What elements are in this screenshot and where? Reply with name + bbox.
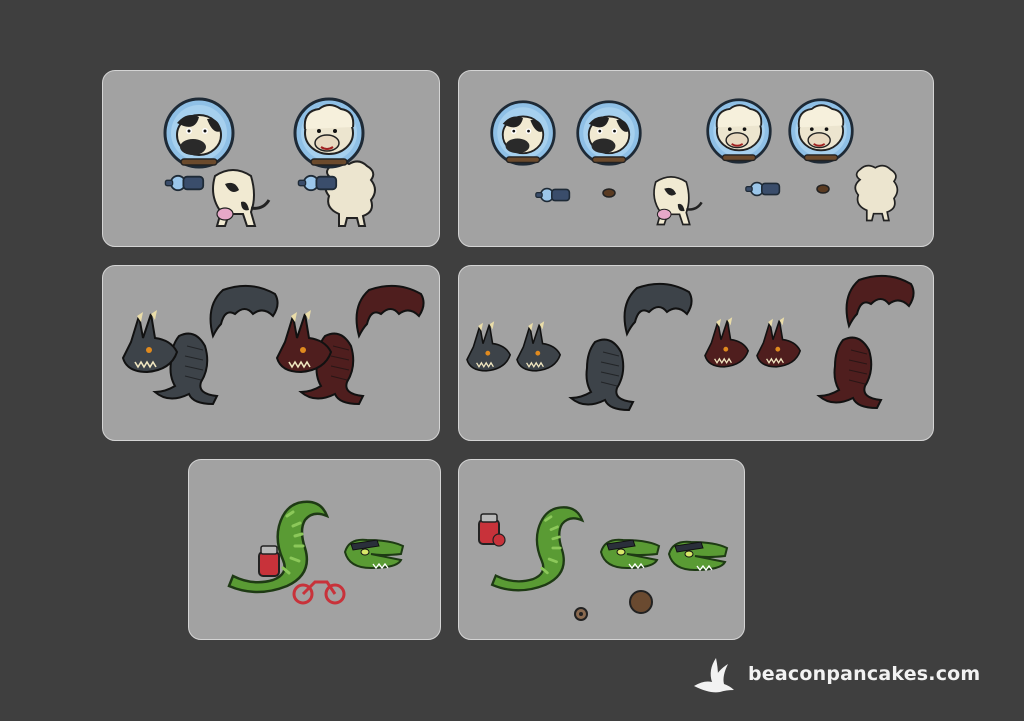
wheel-part [574,607,588,621]
raygun-icon [164,174,205,192]
red-dragon-parts [704,274,915,409]
hoof-part [602,188,616,198]
rock-part [629,590,653,614]
brand-footer: beaconpancakes.com [690,650,980,698]
sheep-body-part [854,164,899,222]
cow-character [164,99,271,228]
panel-astronaut-animals-parts [458,70,934,247]
panel-dragons-assembled [102,265,440,441]
cow-body-part [652,175,703,226]
crocodile-body-part [490,505,584,592]
cow-head [165,99,233,167]
bird-icon [690,650,738,698]
panel-dragons-parts [458,265,934,441]
raygun-icon [744,181,781,197]
red-dragon-character [276,284,425,405]
raygun-icon [534,187,571,203]
sheep-character [295,99,376,227]
sheep-head-part [708,100,771,163]
cow-body [211,168,271,228]
crocodile-character [227,500,404,605]
jar-icon [258,545,280,577]
sheep-head-part-alt [790,100,853,163]
dark-dragon-parts [466,282,693,411]
cow-head-part-alt [578,102,641,165]
sheep-head [295,99,363,167]
panel-astronaut-animals-assembled [102,70,440,247]
hoof-part [816,184,830,194]
raygun-icon [297,174,338,192]
panel-croc-biker-parts [458,459,745,640]
bike-icon [292,580,346,605]
cow-head-part [492,102,555,165]
panel-croc-biker-assembled [188,459,441,640]
sheep-body [324,160,376,227]
site-name[interactable]: beaconpancakes.com [748,663,980,685]
dark-dragon-character [122,284,279,405]
